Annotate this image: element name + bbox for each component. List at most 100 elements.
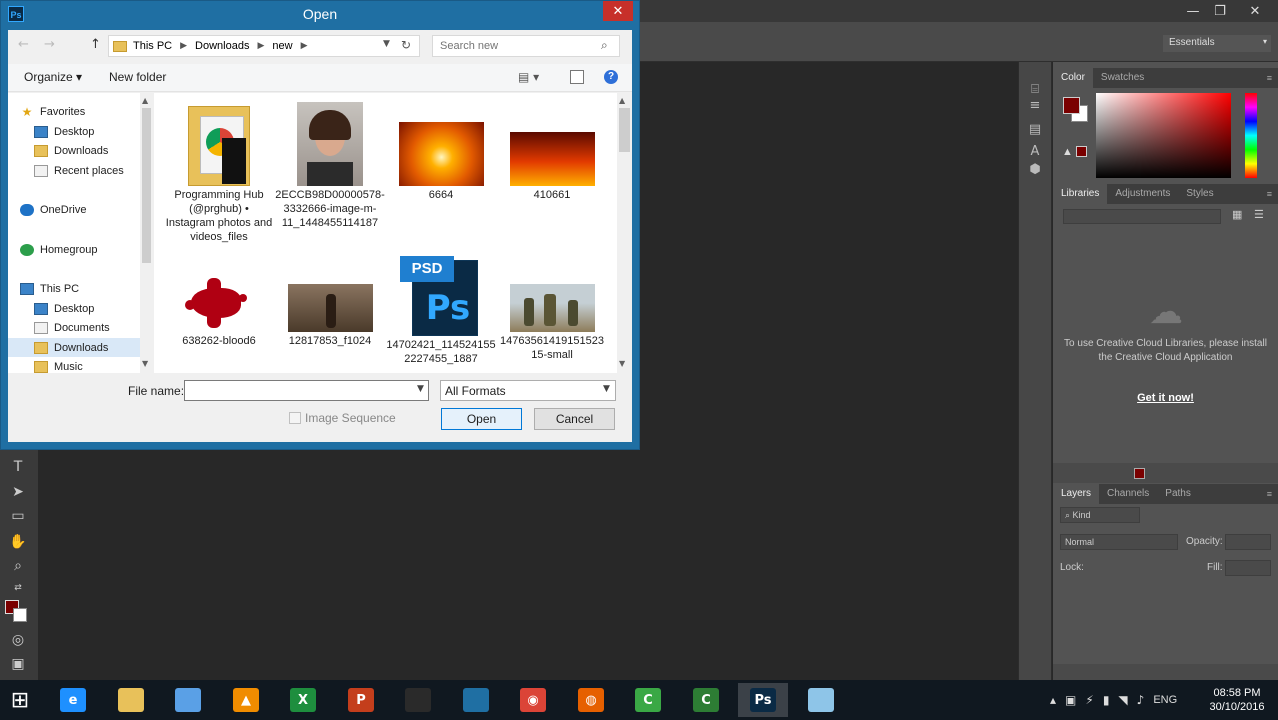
taskbar-3d-app-button[interactable]	[163, 683, 213, 717]
scroll-down-icon[interactable]: ▼	[142, 359, 148, 368]
scroll-down-icon[interactable]: ▼	[619, 359, 625, 368]
sidebar-item-this-pc[interactable]: This PC	[20, 279, 79, 298]
workspace-switcher[interactable]: Essentials ▾	[1163, 35, 1271, 52]
sidebar-item-homegroup[interactable]: Homegroup	[20, 240, 97, 259]
screen-mode-icon[interactable]: ▣	[8, 654, 28, 674]
hand-tool-icon[interactable]: ✋	[8, 532, 28, 552]
sidebar-item-favorites[interactable]: ★ Favorites	[20, 102, 86, 121]
tab-styles[interactable]: Styles	[1178, 184, 1221, 204]
libraries-icon[interactable]: ▤	[1026, 120, 1044, 138]
refresh-icon[interactable]: ↻	[401, 38, 411, 52]
panel-menu-icon[interactable]: ≡	[1259, 68, 1278, 88]
image-sequence-checkbox[interactable]	[289, 412, 301, 424]
sidebar-item-downloads-selected[interactable]: Downloads	[8, 338, 140, 357]
taskbar-excel-button[interactable]: X	[278, 683, 328, 717]
clock[interactable]: 08:58 PM 30/10/2016	[1205, 686, 1269, 714]
taskbar-blue-app-button[interactable]	[451, 683, 501, 717]
grid-view-icon[interactable]: ▦	[1232, 208, 1246, 222]
file-item-psd[interactable]: PSD Ps 14702421_1145241552227455_1887	[386, 254, 496, 366]
taskbar-powerpoint-button[interactable]: P	[336, 683, 386, 717]
search-box[interactable]: ⌕	[432, 35, 620, 57]
taskbar-photoshop-button[interactable]: Ps	[738, 683, 788, 717]
forward-button[interactable]: →	[44, 37, 60, 53]
tab-swatches[interactable]: Swatches	[1093, 68, 1152, 88]
scroll-up-icon[interactable]: ▲	[619, 96, 625, 105]
taskbar-chrome-button[interactable]: ◉	[508, 683, 558, 717]
sidebar-item-recent-places[interactable]: Recent places	[34, 161, 124, 180]
show-hidden-icons-icon[interactable]: ▴	[1050, 693, 1056, 707]
volume-icon[interactable]: ♪	[1137, 693, 1145, 707]
tab-layers[interactable]: Layers	[1053, 484, 1100, 504]
tab-adjustments[interactable]: Adjustments	[1107, 184, 1178, 204]
breadcrumb-downloads[interactable]: Downloads	[195, 40, 249, 52]
new-folder-button[interactable]: New folder	[109, 70, 166, 84]
file-item-image[interactable]: 2ECCB98D00000578-3332666-image-m-11_1448…	[275, 102, 385, 230]
search-icon[interactable]: ⌕	[601, 38, 608, 53]
properties-icon[interactable]: ≡	[1026, 96, 1044, 114]
tab-paths[interactable]: Paths	[1157, 484, 1199, 504]
app-tray-icon[interactable]: ▣	[1065, 693, 1076, 707]
change-view-icon[interactable]: ▤ ▾	[518, 70, 539, 84]
gamut-swatch[interactable]	[1076, 146, 1087, 157]
language-indicator[interactable]: ENG	[1153, 694, 1177, 706]
background-color-swatch[interactable]	[13, 608, 27, 622]
sidebar-item-downloads[interactable]: Downloads	[34, 141, 108, 160]
taskbar-vlc-button[interactable]: ▲	[221, 683, 271, 717]
taskbar-firefox-button[interactable]: ◍	[566, 683, 616, 717]
chevron-down-icon[interactable]: ▼	[603, 384, 610, 394]
file-item-image[interactable]: 638262-blood6	[164, 254, 274, 348]
blend-mode-select[interactable]: Normal	[1060, 534, 1178, 550]
chevron-down-icon[interactable]: ▼	[417, 384, 424, 394]
opacity-input[interactable]	[1225, 534, 1271, 550]
tab-libraries[interactable]: Libraries	[1053, 184, 1108, 204]
list-view-icon[interactable]: ☰	[1254, 208, 1268, 222]
rectangle-tool-icon[interactable]: ▭	[8, 506, 28, 526]
chevron-right-icon[interactable]: ▶	[257, 41, 264, 51]
3d-icon[interactable]: ⬢	[1026, 160, 1044, 178]
hue-slider[interactable]	[1245, 93, 1257, 178]
taskbar-camtasia-button[interactable]: C	[623, 683, 673, 717]
file-item-folder[interactable]: Programming Hub (@prghub) • Instagram ph…	[164, 102, 274, 244]
address-history-dropdown-icon[interactable]: ▼	[383, 39, 390, 49]
close-button[interactable]: ✕	[603, 1, 633, 21]
chevron-right-icon[interactable]: ▶	[301, 41, 308, 51]
get-it-now-link[interactable]: Get it now!	[1063, 392, 1268, 404]
file-scroll-thumb[interactable]	[619, 108, 630, 152]
panel-menu-icon[interactable]: ≡	[1259, 484, 1278, 504]
address-bar[interactable]: This PC ▶ Downloads ▶ new ▶ ▼ ↻	[108, 35, 420, 57]
sidebar-item-desktop[interactable]: Desktop	[34, 122, 94, 141]
battery-icon[interactable]: ▮	[1103, 693, 1110, 707]
help-icon[interactable]: ?	[604, 70, 618, 84]
scroll-up-icon[interactable]: ▲	[142, 96, 148, 105]
file-name-combobox[interactable]: ▼	[184, 380, 429, 401]
network-tray-icon[interactable]: ⚡	[1085, 693, 1093, 707]
breadcrumb-new[interactable]: new	[272, 40, 292, 52]
sidebar-item-music[interactable]: Music	[34, 357, 83, 376]
tab-channels[interactable]: Channels	[1099, 484, 1157, 504]
panel-menu-icon[interactable]: ≡	[1259, 184, 1278, 204]
taskbar-internet-explorer-button[interactable]: e	[48, 683, 98, 717]
file-format-select[interactable]: All Formats ▼	[440, 380, 616, 401]
swap-colors-icon[interactable]: ⇄	[8, 578, 28, 598]
color-panel-foreground-swatch[interactable]	[1063, 97, 1080, 114]
file-name-input[interactable]	[185, 381, 411, 400]
fill-input[interactable]	[1225, 560, 1271, 576]
organize-button[interactable]: Organize ▾	[24, 70, 82, 84]
sidebar-item-desktop[interactable]: Desktop	[34, 299, 94, 318]
taskbar-camtasia-recorder-button[interactable]: C	[681, 683, 731, 717]
character-icon[interactable]: A	[1026, 142, 1044, 160]
close-icon[interactable]: ✕	[1240, 0, 1270, 22]
breadcrumb-this-pc[interactable]: This PC	[133, 40, 172, 52]
file-item-image[interactable]: 12817853_f1024	[275, 254, 385, 348]
chevron-right-icon[interactable]: ▶	[180, 41, 187, 51]
taskbar-notepad-button[interactable]	[796, 683, 846, 717]
cancel-button[interactable]: Cancel	[534, 408, 615, 430]
type-tool-icon[interactable]: T	[8, 457, 28, 477]
search-input[interactable]	[433, 36, 593, 56]
sidebar-item-onedrive[interactable]: OneDrive	[20, 200, 86, 219]
restore-icon[interactable]: ❐	[1205, 0, 1235, 22]
file-item-image[interactable]: 1476356141915152315-small	[497, 254, 607, 362]
add-color-swatch[interactable]	[1134, 468, 1145, 479]
taskbar-media-app-button[interactable]	[393, 683, 443, 717]
library-select[interactable]	[1063, 209, 1221, 224]
